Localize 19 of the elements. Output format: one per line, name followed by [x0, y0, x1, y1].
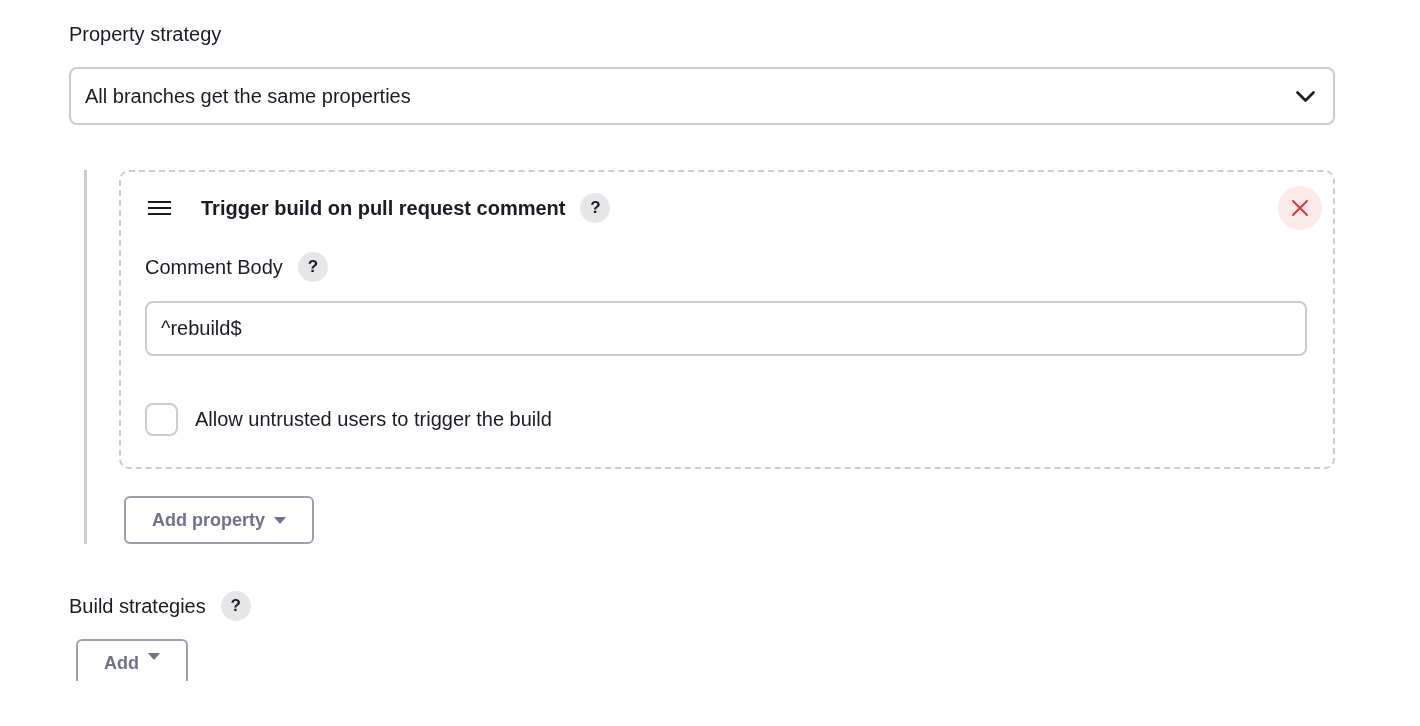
select-field[interactable]: All branches get the same properties: [69, 67, 1335, 125]
caret-icon: [148, 653, 160, 660]
remove-button[interactable]: [1278, 186, 1322, 230]
close-icon: [1292, 200, 1308, 216]
field-label: Comment Body: [145, 255, 283, 279]
checkbox-label: Allow untrusted users to trigger the build: [195, 408, 552, 431]
help-button[interactable]: ?: [220, 591, 251, 621]
property-title: Trigger build on pull request comment: [201, 196, 566, 220]
checkbox[interactable]: [145, 403, 178, 436]
chevron-down-icon: [1296, 90, 1315, 102]
help-button[interactable]: ?: [297, 252, 328, 282]
field-label: Property strategy: [69, 22, 222, 46]
drag-handle-icon: [148, 201, 171, 215]
text-input[interactable]: ^rebuild$: [145, 301, 1307, 356]
add-button[interactable]: Add: [76, 639, 188, 681]
caret-icon: [274, 516, 286, 524]
field-label: Build strategies: [69, 594, 206, 618]
help-button[interactable]: ?: [580, 193, 611, 223]
add-property-button[interactable]: Add property: [124, 496, 314, 544]
